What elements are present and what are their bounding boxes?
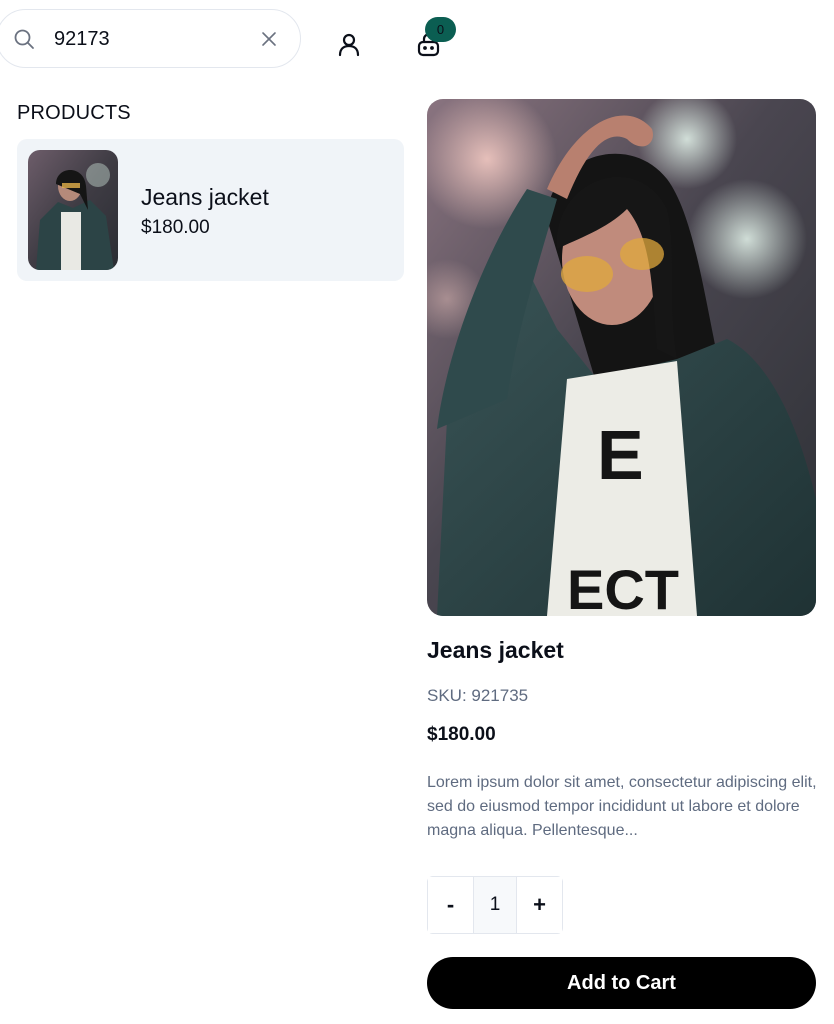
svg-text:E: E [597,416,644,494]
product-description: Lorem ipsum dolor sit amet, consectetur … [427,774,817,839]
product-thumbnail [28,150,118,270]
quantity-stepper: - 1 + [427,876,563,934]
user-icon[interactable] [336,31,362,57]
results-heading: PRODUCTS [17,102,131,124]
close-icon[interactable] [260,30,278,48]
increment-button[interactable]: + [517,877,562,933]
search-icon [14,29,34,49]
result-product-name: Jeans jacket [141,184,269,210]
product-sku: SKU: 921735 [427,686,529,705]
decrement-button[interactable]: - [428,877,473,933]
product-title: Jeans jacket [427,637,564,663]
list-item[interactable]: Jeans jacket $180.00 [17,139,404,281]
search-input[interactable]: 92173 [54,28,110,51]
quantity-field[interactable]: 1 [473,877,517,933]
product-image: E ECT [427,99,816,616]
add-to-cart-button[interactable]: Add to Cart [427,957,816,1009]
product-price: $180.00 [427,724,496,745]
result-product-price: $180.00 [141,217,210,238]
cart-count-badge: 0 [425,17,456,42]
svg-text:ECT: ECT [567,558,679,616]
search-bar[interactable]: 92173 [0,9,301,68]
